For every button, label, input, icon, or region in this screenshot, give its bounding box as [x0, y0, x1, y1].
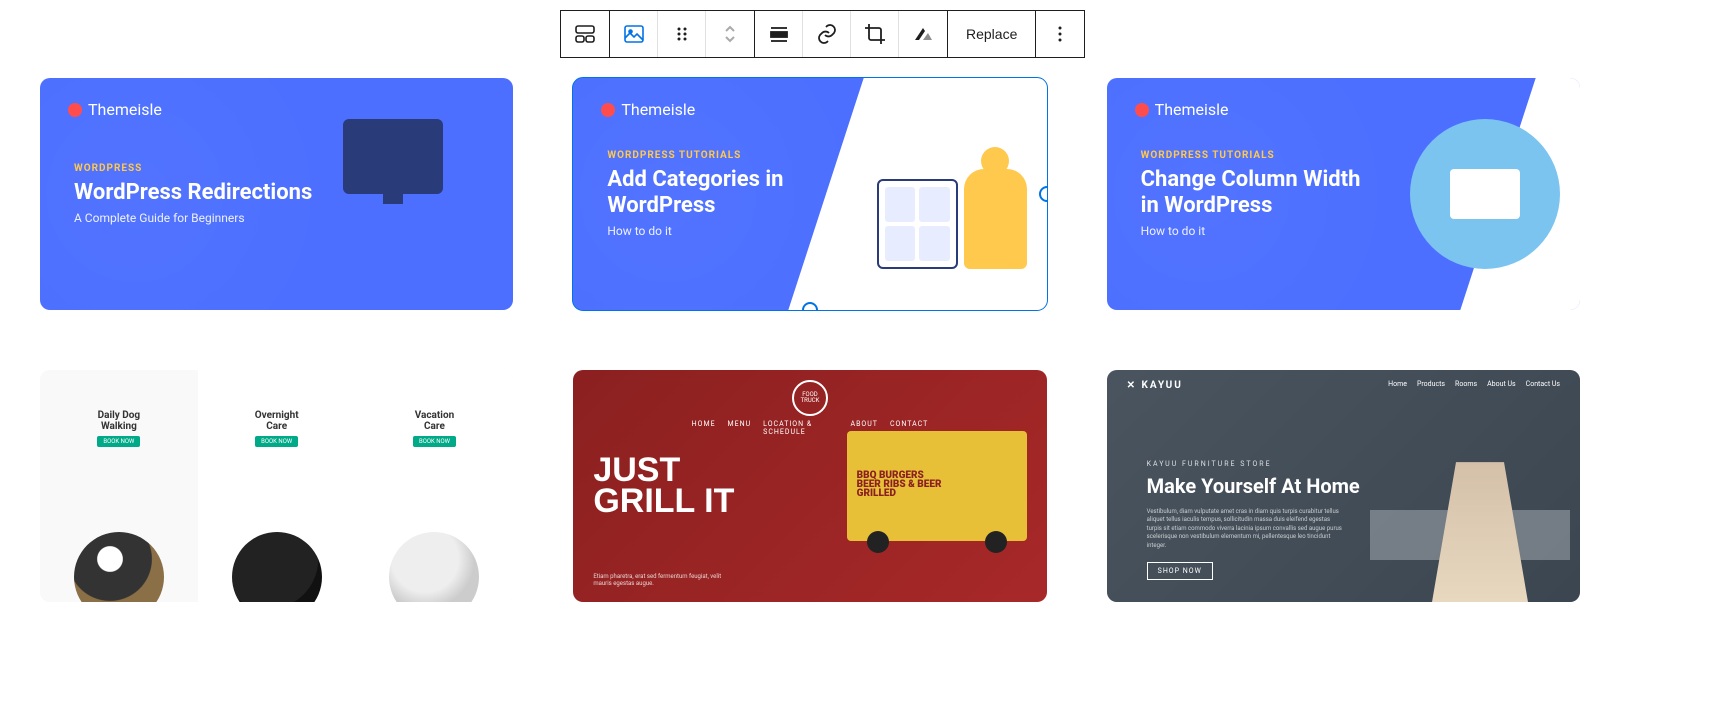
gallery-image-6[interactable]: ✕ KAYUU HomeProductsRoomsAbout UsContact…	[1107, 370, 1580, 602]
gallery-image-1[interactable]: Themeisle WORDPRESS WordPress Redirectio…	[40, 78, 513, 310]
kayuu-logo: ✕ KAYUU	[1127, 380, 1183, 391]
food-truck-image: BBQ BURGERS BEER RIBS & BEER GRILLED	[847, 431, 1027, 541]
dog-image	[74, 532, 164, 602]
drag-handle-button[interactable]	[658, 11, 706, 57]
toolbar-group-replace: Replace	[947, 10, 1036, 58]
gallery-image-4[interactable]: HOME ABOUT US SERVICES REVIEWS CONTACT D…	[40, 370, 513, 602]
card-illustration	[877, 119, 1027, 269]
card-title: WordPress Redirections	[74, 180, 317, 205]
food-headline: JUST GRILL IT	[593, 455, 734, 516]
drag-icon	[670, 22, 694, 46]
duotone-button[interactable]	[899, 11, 947, 57]
image-icon	[622, 22, 646, 46]
book-button: BOOK NOW	[97, 436, 140, 447]
brand-text: Themeisle	[1155, 100, 1229, 119]
gallery-block-button[interactable]	[561, 11, 609, 57]
brand-icon	[601, 103, 615, 117]
move-icon	[718, 22, 742, 46]
duotone-icon	[911, 22, 935, 46]
gallery-grid: Themeisle WORDPRESS WordPress Redirectio…	[40, 78, 1580, 602]
toolbar-group-main	[609, 10, 755, 58]
move-updown-button[interactable]	[706, 11, 754, 57]
more-options-button[interactable]	[1036, 11, 1084, 57]
replace-button[interactable]: Replace	[948, 11, 1035, 57]
card-title: Change Column Width in WordPress	[1141, 167, 1384, 218]
food-description: Etiam pharetra, erat sed fermentum feugi…	[593, 573, 733, 587]
kayuu-description: Vestibulum, diam vulputate amet cras in …	[1147, 508, 1347, 550]
food-logo: FOOD TRUCK	[792, 380, 828, 416]
brand-icon	[1135, 103, 1149, 117]
brand-text: Themeisle	[621, 100, 695, 119]
toolbar-group-format	[754, 10, 948, 58]
brand: Themeisle	[601, 100, 695, 119]
crop-button[interactable]	[851, 11, 899, 57]
gallery-image-5[interactable]: FOOD TRUCK HOMEMENULOCATION & SCHEDULEAB…	[573, 370, 1046, 602]
card-illustration	[343, 119, 493, 269]
kebab-icon	[1048, 22, 1072, 46]
gallery-icon	[573, 22, 597, 46]
brand-text: Themeisle	[88, 100, 162, 119]
align-icon	[767, 22, 791, 46]
toolbar-group-parent	[560, 10, 610, 58]
kayuu-nav: HomeProductsRoomsAbout UsContact Us	[1388, 380, 1560, 388]
brand-icon	[68, 103, 82, 117]
dog-image	[389, 532, 479, 602]
book-button: BOOK NOW	[413, 436, 456, 447]
col-title: Daily DogWalking	[98, 410, 141, 432]
col-title: VacationCare	[415, 410, 455, 432]
brand: Themeisle	[1135, 100, 1229, 119]
block-toolbar: Replace	[560, 10, 1085, 58]
dog-image	[232, 532, 322, 602]
link-button[interactable]	[803, 11, 851, 57]
book-button: BOOK NOW	[255, 436, 298, 447]
gallery-image-3[interactable]: Themeisle WORDPRESS TUTORIALS Change Col…	[1107, 78, 1580, 310]
card-title: Add Categories in WordPress	[607, 167, 850, 218]
link-icon	[815, 22, 839, 46]
card-illustration	[1410, 119, 1560, 269]
brand: Themeisle	[68, 100, 162, 119]
kayuu-eyebrow: KAYUU FURNITURE STORE	[1147, 460, 1560, 468]
col-title: OvernightCare	[255, 410, 299, 432]
align-button[interactable]	[755, 11, 803, 57]
shop-now-button: SHOP NOW	[1147, 562, 1213, 580]
crop-icon	[863, 22, 887, 46]
toolbar-group-more	[1035, 10, 1085, 58]
gallery-image-2-selected[interactable]: Themeisle WORDPRESS TUTORIALS Add Catego…	[573, 78, 1046, 310]
image-block-button[interactable]	[610, 11, 658, 57]
